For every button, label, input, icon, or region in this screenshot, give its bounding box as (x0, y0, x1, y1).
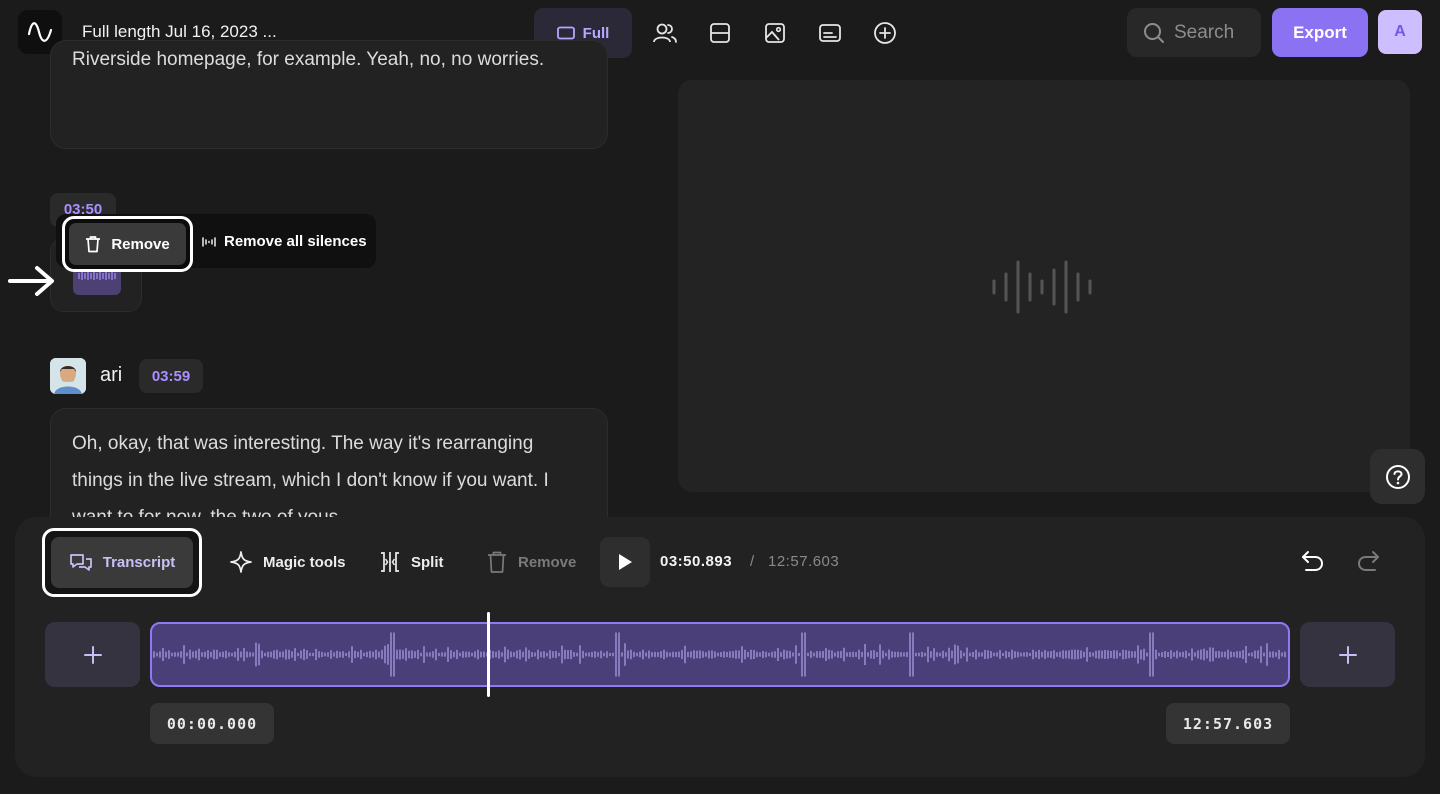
search-placeholder: Search (1174, 21, 1235, 43)
view-add-button[interactable] (863, 8, 907, 58)
view-full-label: Full (582, 24, 610, 42)
speaker-avatar (50, 358, 86, 394)
magic-tools-button[interactable]: Magic tools (229, 548, 346, 576)
media-preview[interactable] (678, 80, 1410, 492)
add-clip-before-button[interactable] (45, 622, 140, 687)
captions-icon (819, 24, 841, 42)
view-speakers-button[interactable] (643, 8, 687, 58)
timeline-start-time: 00:00.000 (150, 703, 274, 744)
audio-wave-icon (992, 260, 1092, 314)
arrow-right-icon (8, 266, 54, 296)
view-image-button[interactable] (753, 8, 797, 58)
help-button[interactable] (1370, 449, 1425, 504)
speaker-timestamp[interactable]: 03:59 (139, 359, 203, 393)
sparkle-icon (230, 551, 252, 573)
transcript-segment[interactable]: Riverside homepage, for example. Yeah, n… (50, 40, 608, 149)
users-icon (653, 23, 677, 43)
chat-bubbles-icon (69, 553, 92, 571)
export-button[interactable]: Export (1272, 8, 1368, 57)
silence-bars-icon (202, 236, 216, 247)
timeline-audio-track[interactable] (150, 622, 1290, 687)
user-avatar[interactable]: A (1378, 10, 1422, 54)
time-separator: / (750, 553, 755, 570)
undo-icon[interactable] (1300, 549, 1326, 573)
remove-silence-button[interactable]: Remove (62, 216, 193, 272)
rectangle-icon (556, 26, 575, 40)
waveform (153, 632, 1286, 677)
search-input[interactable]: Search (1127, 8, 1261, 57)
project-title[interactable]: Full length Jul 16, 2023 ... (82, 22, 277, 42)
view-captions-button[interactable] (808, 8, 852, 58)
redo-icon[interactable] (1355, 549, 1381, 573)
remove-silence-label: Remove (111, 235, 170, 253)
add-clip-after-button[interactable] (1300, 622, 1395, 687)
plus-icon (1338, 645, 1357, 664)
timeline-end-time: 12:57.603 (1166, 703, 1290, 744)
remove-all-silences-button[interactable]: Remove all silences (202, 233, 367, 250)
waveform-logo-icon (27, 22, 53, 42)
trash-icon (488, 551, 506, 573)
magic-tools-label: Magic tools (263, 553, 346, 571)
transcript-label: Transcript (102, 554, 176, 571)
trash-icon (86, 236, 101, 253)
transcript-button[interactable]: Transcript (42, 528, 202, 597)
remove-label: Remove (518, 553, 577, 571)
speaker-name: ari (100, 364, 123, 386)
current-time: 03:50.893 (660, 553, 733, 570)
question-icon (1385, 464, 1410, 489)
split-button[interactable]: Split (379, 548, 444, 576)
total-time: 12:57.603 (768, 553, 840, 570)
playhead[interactable] (487, 612, 490, 697)
play-icon (619, 554, 632, 570)
image-icon (765, 23, 785, 43)
view-split-button[interactable] (698, 8, 742, 58)
play-button[interactable] (600, 537, 650, 587)
split-icon (381, 552, 399, 572)
plus-icon (83, 645, 102, 664)
plus-circle-icon (874, 22, 896, 44)
split-layout-icon (710, 23, 730, 43)
split-label: Split (411, 553, 444, 571)
remove-button[interactable]: Remove (486, 548, 576, 576)
transcript-segment-text: Riverside homepage, for example. Yeah, n… (72, 49, 545, 70)
search-icon (1144, 22, 1164, 43)
remove-all-silences-label: Remove all silences (224, 233, 367, 250)
